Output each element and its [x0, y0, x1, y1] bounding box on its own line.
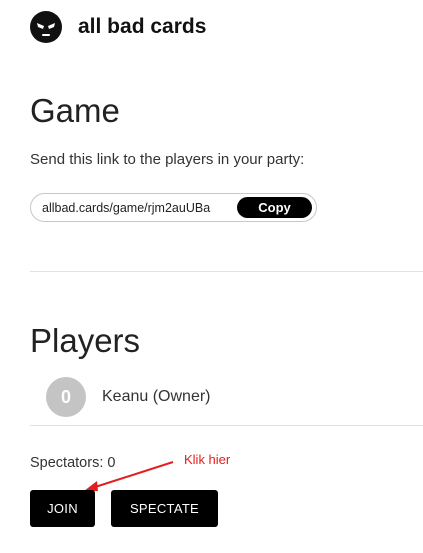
- brand-name: all bad cards: [78, 15, 207, 38]
- annotation-label: Klik hier: [184, 452, 231, 467]
- game-link-field[interactable]: allbad.cards/game/rjm2auUBa Copy: [30, 193, 317, 222]
- players-title: Players: [30, 322, 141, 359]
- copy-button[interactable]: Copy: [237, 197, 312, 218]
- game-link-text[interactable]: allbad.cards/game/rjm2auUBa: [42, 201, 210, 215]
- game-title: Game: [30, 92, 120, 129]
- section-divider: [30, 271, 423, 272]
- brand[interactable]: all bad cards: [30, 10, 206, 44]
- join-button[interactable]: JOIN: [30, 490, 95, 527]
- player-list-item: 0 Keanu (Owner): [46, 377, 211, 417]
- player-name: Keanu (Owner): [102, 388, 211, 405]
- share-link-description: Send this link to the players in your pa…: [30, 151, 305, 168]
- player-avatar: 0: [46, 377, 86, 417]
- players-divider: [30, 425, 423, 426]
- spectate-button[interactable]: SPECTATE: [111, 490, 218, 527]
- evil-face-icon: [30, 11, 62, 43]
